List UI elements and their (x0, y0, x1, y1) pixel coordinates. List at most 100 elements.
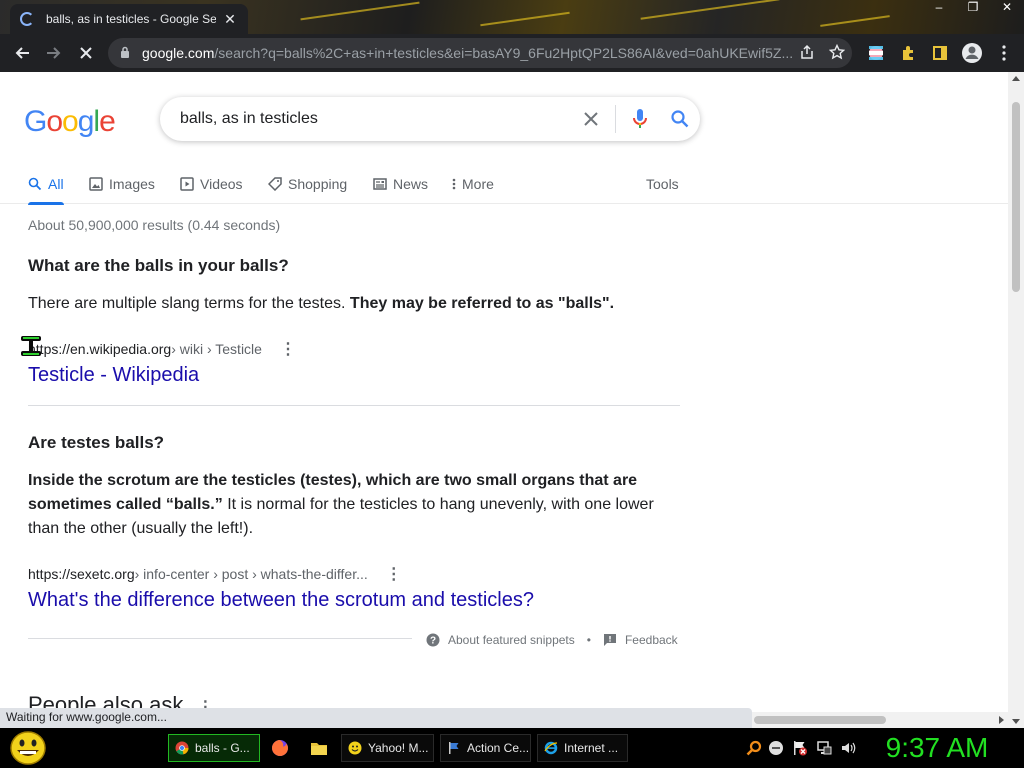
feedback-icon (603, 633, 617, 647)
arrow-right-icon (47, 47, 61, 59)
search-tabs: All Images Videos Shopping News More Too… (0, 164, 1008, 205)
microphone-icon[interactable] (620, 97, 660, 141)
extensions-area (860, 38, 1020, 68)
browser-menu-icon[interactable] (988, 45, 1020, 61)
google-logo[interactable]: Google (24, 105, 116, 139)
status-bubble: Waiting for www.google.com... (0, 708, 752, 728)
tab-label: News (393, 176, 429, 192)
result-citation: https://en.wikipedia.org › wiki › Testic… (28, 339, 296, 359)
result-link[interactable]: What's the difference between the scrotu… (28, 589, 534, 612)
horizontal-scrollbar[interactable] (752, 712, 1008, 728)
folder-icon[interactable] (309, 738, 329, 758)
feedback-link[interactable]: Feedback (625, 633, 678, 647)
logo-letter: e (99, 105, 116, 138)
search-divider (615, 105, 616, 133)
volume-tray-icon[interactable] (840, 740, 856, 756)
system-clock[interactable]: 9:37 AM (878, 730, 996, 766)
tab-images[interactable]: Images (89, 164, 155, 204)
vertical-scrollbar[interactable] (1008, 72, 1024, 728)
result-menu-icon[interactable]: ⋮ (386, 564, 402, 584)
divider (28, 638, 412, 639)
snippet-footer: ? About featured snippets • Feedback (426, 632, 678, 648)
flag-icon (447, 741, 461, 755)
start-smiley-icon[interactable] (8, 730, 48, 766)
profile-avatar-icon[interactable] (956, 42, 988, 64)
scroll-down-arrow-icon[interactable] (1012, 719, 1020, 724)
search-submit-icon[interactable] (660, 97, 700, 141)
taskbar-item-yahoo[interactable]: Yahoo! M... (341, 734, 434, 762)
tab-label: Images (109, 176, 155, 192)
stop-button[interactable] (70, 37, 102, 69)
logo-letter: G (24, 105, 47, 138)
flag-extension-icon[interactable] (860, 45, 892, 61)
taskbar-item-action-center[interactable]: Action Ce... (440, 734, 531, 762)
result-menu-icon[interactable]: ⋮ (280, 339, 296, 359)
cite-host: https://sexetc.org (28, 566, 135, 582)
help-circle-icon: ? (426, 633, 440, 647)
arrow-left-icon (15, 47, 29, 59)
about-snippets-link[interactable]: About featured snippets (448, 633, 575, 647)
browser-tab-bar: balls, as in testicles - Google Search ✕… (0, 0, 1024, 34)
taskbar-item-label: Action Ce... (467, 741, 530, 755)
bookmark-star-icon[interactable] (822, 43, 852, 63)
browser-toolbar: google.com/search?q=balls%2C+as+in+testi… (0, 34, 1024, 72)
search-input[interactable]: balls, as in testicles (160, 110, 571, 128)
text-cursor-icon (21, 336, 41, 356)
snippet-text-plain: There are multiple slang terms for the t… (28, 295, 350, 312)
tab-more[interactable]: More (452, 164, 494, 204)
cite-host: https://en.wikipedia.org (28, 341, 172, 357)
close-tab-icon[interactable]: ✕ (222, 11, 238, 28)
search-icon (28, 177, 42, 191)
extensions-puzzle-icon[interactable] (892, 45, 924, 61)
tab-videos[interactable]: Videos (180, 164, 243, 204)
scrollbar-thumb[interactable] (1012, 102, 1020, 292)
logo-letter: o (46, 105, 63, 138)
tab-label: All (48, 176, 64, 192)
snippet-question: Are testes balls? (28, 433, 165, 452)
status-tray-icon[interactable] (768, 740, 784, 756)
restore-button[interactable]: ❐ (956, 0, 990, 16)
close-window-button[interactable]: ✕ (990, 0, 1024, 16)
scroll-up-arrow-icon[interactable] (1012, 76, 1020, 81)
taskbar: balls - G... Yahoo! M... Action Ce... In… (0, 728, 1024, 768)
side-panel-icon[interactable] (924, 45, 956, 61)
minimize-button[interactable]: – (922, 0, 956, 16)
snippet-text-bold: They may be referred to as "balls". (349, 295, 615, 312)
taskbar-item-internet-explorer[interactable]: Internet ... (537, 734, 628, 762)
scroll-right-arrow-icon[interactable] (999, 716, 1004, 724)
scrollbar-thumb[interactable] (754, 716, 886, 724)
lock-icon[interactable] (120, 46, 134, 61)
address-bar[interactable]: google.com/search?q=balls%2C+as+in+testi… (108, 38, 852, 68)
network-tray-icon[interactable] (816, 740, 832, 756)
tab-label: Videos (200, 176, 243, 192)
taskbar-item-label: Yahoo! M... (368, 741, 429, 755)
back-button[interactable] (6, 37, 38, 69)
tab-news[interactable]: News (373, 164, 428, 204)
share-icon[interactable] (792, 44, 822, 63)
firefox-icon[interactable] (270, 738, 290, 758)
image-icon (89, 177, 103, 191)
tab-shopping[interactable]: Shopping (268, 164, 347, 204)
result-citation: https://sexetc.org › info-center › post … (28, 564, 402, 584)
search-tray-icon[interactable] (746, 740, 762, 756)
clear-search-icon[interactable] (571, 97, 611, 141)
tab-label: Shopping (288, 176, 348, 192)
window-controls: – ❐ ✕ (922, 0, 1024, 16)
play-icon (180, 177, 194, 191)
taskbar-item-chrome[interactable]: balls - G... (168, 734, 260, 762)
logo-letter: o (62, 105, 79, 138)
result-stats: About 50,900,000 results (0.44 seconds) (28, 217, 281, 233)
separator-dot: • (586, 633, 591, 647)
search-box[interactable]: balls, as in testicles (160, 97, 700, 141)
result-link[interactable]: Testicle - Wikipedia (28, 364, 199, 387)
browser-tab[interactable]: balls, as in testicles - Google Search ✕ (10, 4, 248, 34)
cite-path: › info-center › post › whats-the-differ.… (134, 566, 368, 582)
taskbar-item-label: Internet ... (564, 741, 619, 755)
tab-all[interactable]: All (28, 164, 64, 205)
action-center-tray-icon[interactable] (792, 740, 808, 756)
tag-icon (268, 177, 282, 191)
tools-button[interactable]: Tools (646, 164, 679, 204)
search-results-page: Google balls, as in testicles All Images… (0, 72, 1008, 728)
ie-icon (544, 741, 558, 755)
forward-button[interactable] (38, 37, 70, 69)
